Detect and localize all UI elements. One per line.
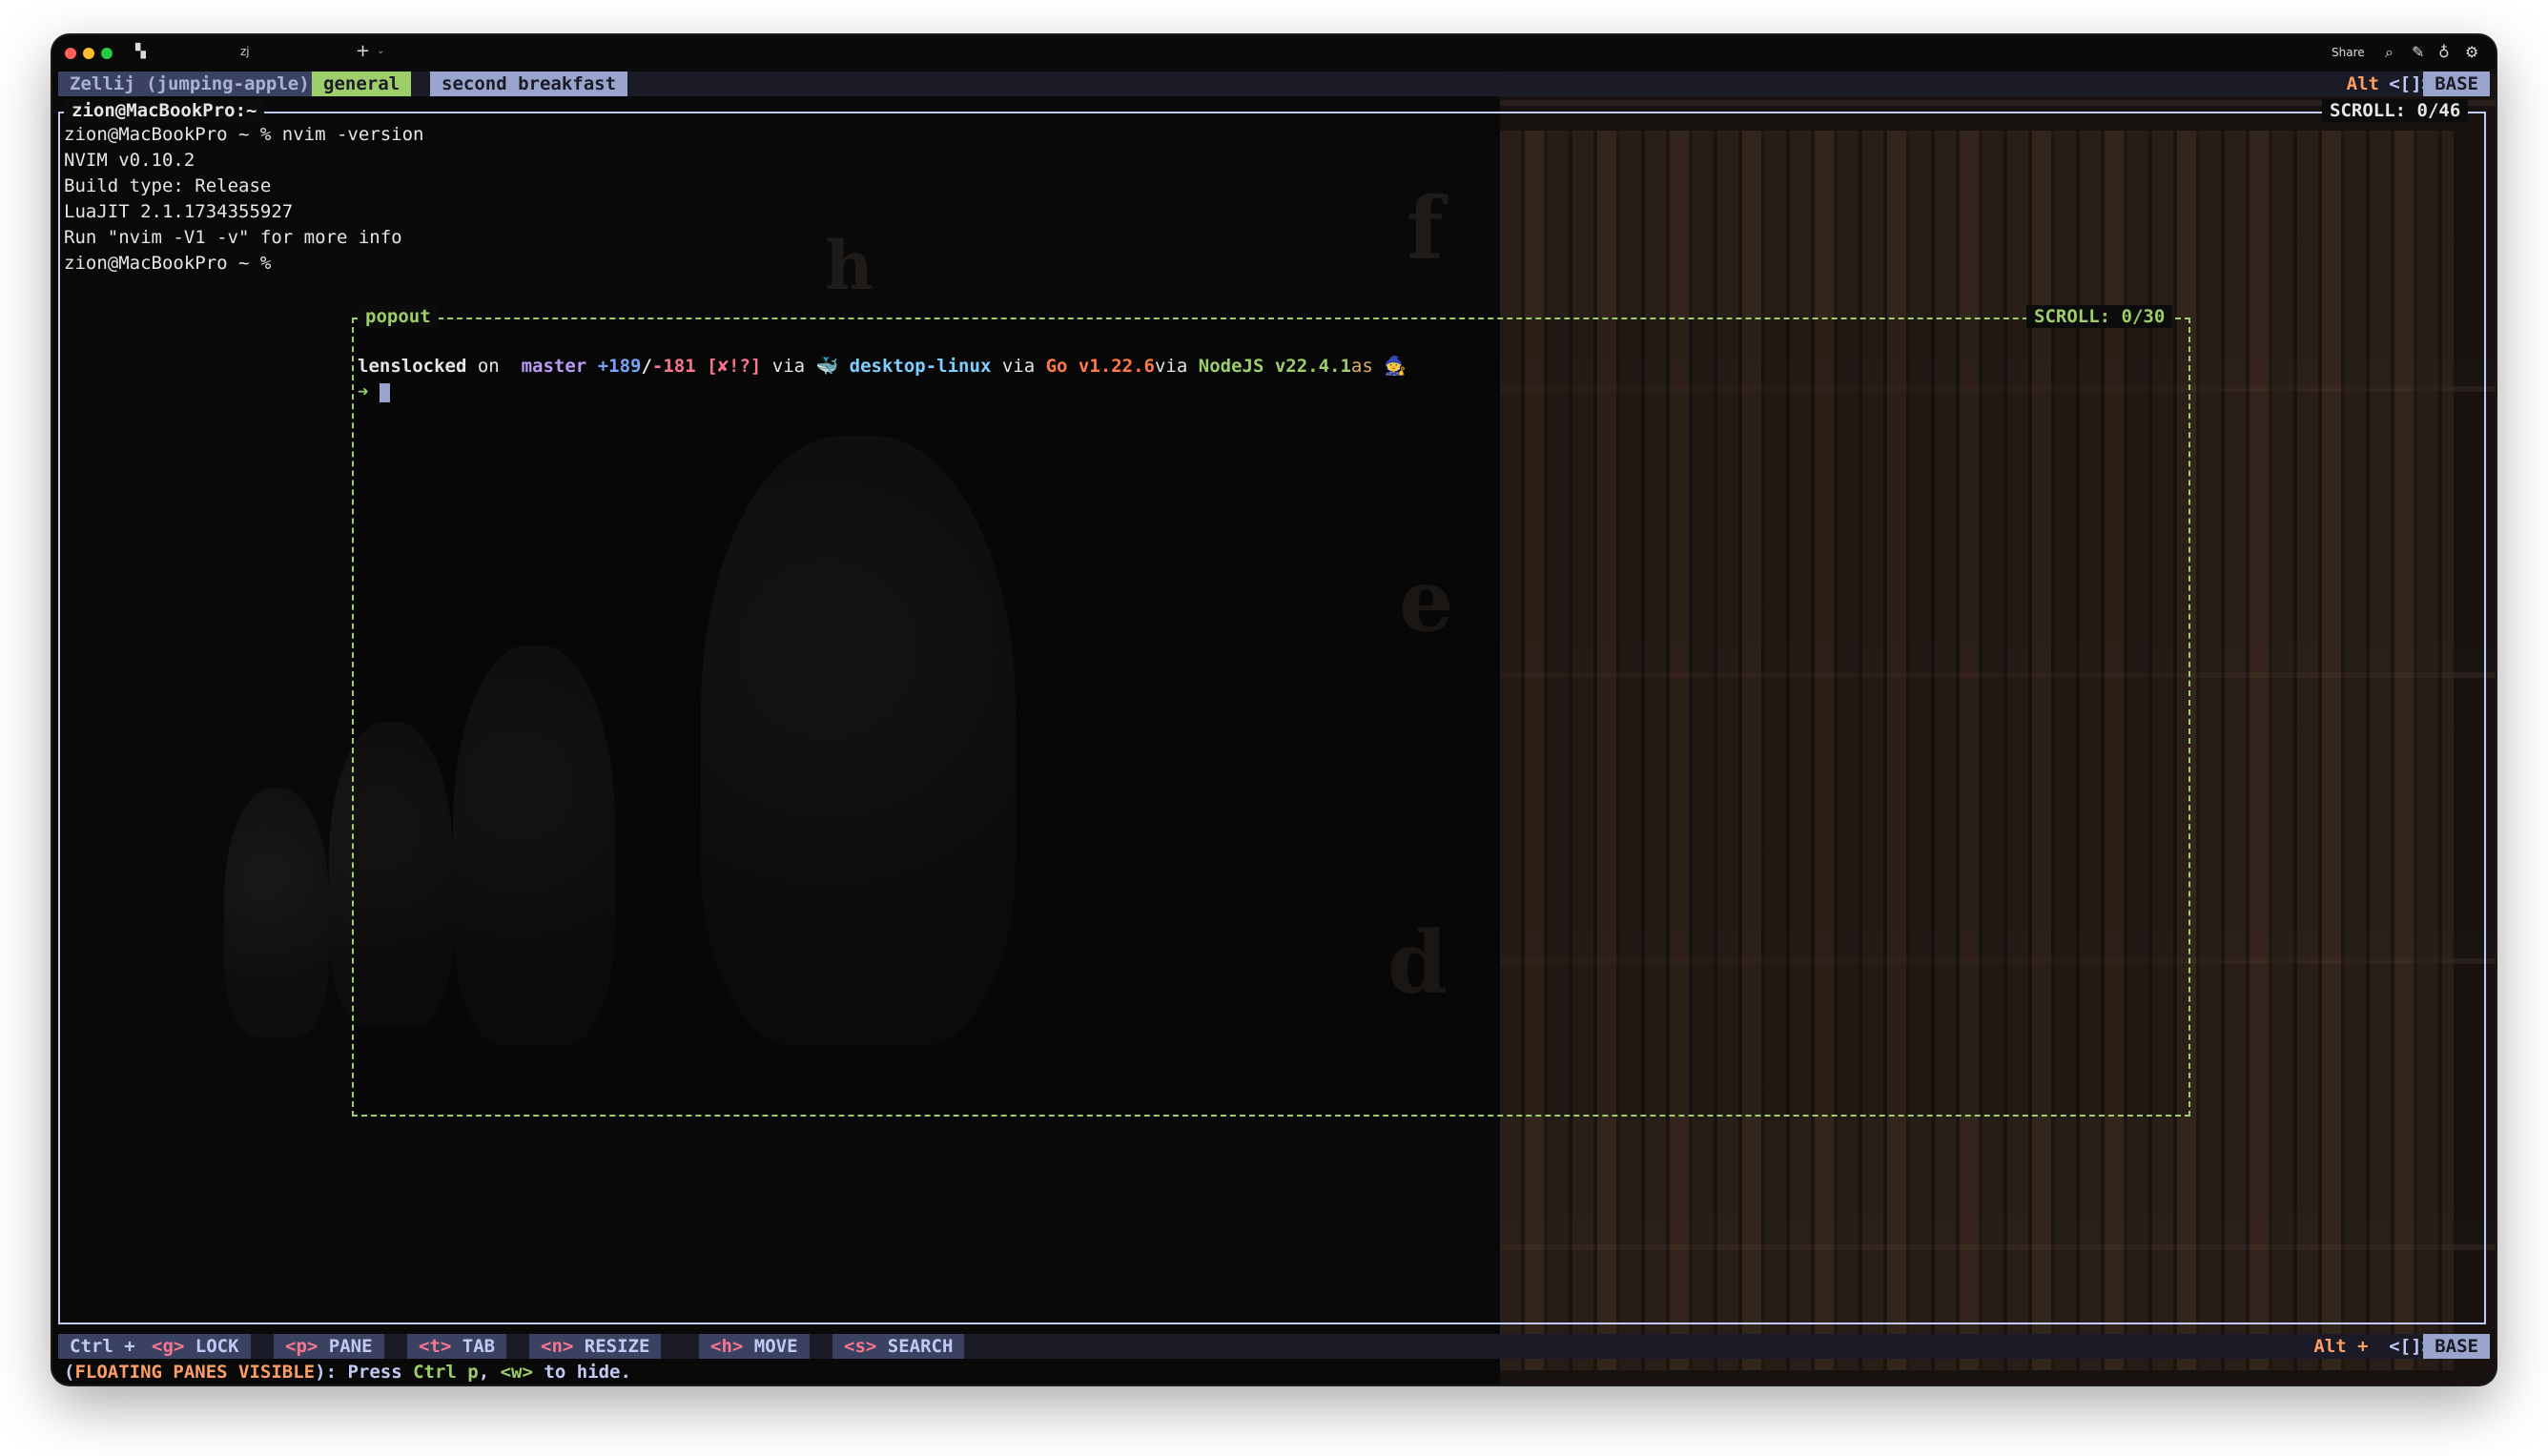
share-button[interactable]: Share [2332,46,2365,59]
keybind-key: <g> [152,1336,185,1357]
keybind-search[interactable]: <s> SEARCH [832,1334,965,1359]
hint-text: , [478,1362,501,1383]
docker-icon: 🐳 [815,356,839,377]
bulb-icon[interactable]: ♁ [2438,43,2450,61]
floating-terminal-output: lenslocked on master +189/-181 [✘!?] via… [358,354,1407,405]
new-tab-icon[interactable]: + [356,41,370,61]
command-text: nvim -version [281,124,424,145]
hint-text: ( [64,1362,75,1383]
docker-context: desktop-linux [849,356,992,377]
tab-general[interactable]: general [312,72,412,96]
hint-text: to hide. [532,1362,631,1383]
terminal-output: zion@MacBookPro ~ % nvim -version NVIM v… [64,122,424,277]
floating-pane-title: popout [358,305,439,328]
prompt-text: via [761,356,816,377]
output-line: LuaJIT 2.1.1734355927 [64,201,294,222]
hint-text: ): Press [315,1362,414,1383]
prompt-text: on [466,356,511,377]
prompt-text: / [641,356,652,377]
prompt-text: as [1350,356,1373,377]
git-branch: master [521,356,587,377]
zellij-tab-bar: Zellij (jumping-apple) general second br… [58,72,2490,96]
keybind-label: TAB [462,1336,496,1357]
mode-indicator: BASE [2423,1334,2490,1359]
keybind-label: RESIZE [584,1336,650,1357]
git-status: [✘!?] [707,356,762,377]
go-version: Go v1.22.6 [1045,356,1155,377]
tab-second-breakfast[interactable]: second breakfast [430,72,628,96]
keybind-key: <n> [541,1336,574,1357]
keybind-move[interactable]: <h> MOVE [699,1334,810,1359]
zellij-status-bar: Ctrl + <g> LOCK <p> PANE <t> TAB <n> RES… [58,1334,2490,1359]
chevron-down-icon[interactable]: ⌄ [377,46,384,56]
user-icon: 🧙 [1384,356,1407,377]
output-line: NVIM v0.10.2 [64,150,195,171]
terminal-window: f e d h ▚ zj + ⌄ Share ⌕ ✎ ♁ ⚙ Zellij (j… [52,35,2496,1384]
floating-scroll-indicator: SCROLL: 0/30 [2026,305,2173,328]
keybind-key: <t> [419,1336,452,1357]
keybind-lock[interactable]: <g> LOCK [140,1334,251,1359]
keybind-label: LOCK [195,1336,239,1357]
session-name: Zellij (jumping-apple) [58,72,321,96]
titlebar: ▚ zj + ⌄ Share ⌕ ✎ ♁ ⚙ [52,35,2496,70]
output-line: Run "nvim -V1 -v" for more info [64,227,402,248]
minimize-button[interactable] [83,48,94,59]
keybind-label: MOVE [753,1336,798,1357]
alt-modifier: Alt [2346,73,2379,94]
keybind-key: <p> [285,1336,318,1357]
scroll-label: SCROLL: [2034,306,2111,327]
hint-key: Ctrl p [413,1362,479,1383]
keybind-label: PANE [328,1336,373,1357]
output-line: Build type: Release [64,175,272,196]
close-button[interactable] [65,48,76,59]
prompt-line: zion@MacBookPro ~ % [64,124,282,145]
git-removed: -181 [651,356,696,377]
gear-icon[interactable]: ⚙ [2465,43,2478,61]
keybind-resize[interactable]: <n> RESIZE [529,1334,662,1359]
prompt-text: via [1154,356,1199,377]
pane-title: zion@MacBookPro:~ [64,99,265,122]
mode-indicator: BASE [2423,72,2490,96]
pin-icon[interactable]: ✎ [2412,43,2424,61]
window-tab-title[interactable]: zj [240,45,250,58]
node-version: NodeJS v22.4.1 [1198,356,1351,377]
maximize-button[interactable] [101,48,113,59]
keybind-key: <s> [844,1336,877,1357]
hint-state: FLOATING PANES VISIBLE [74,1362,316,1383]
scroll-label: SCROLL: [2330,100,2407,121]
hint-line: (FLOATING PANES VISIBLE): Press Ctrl p, … [64,1359,631,1384]
prompt-text: via [991,356,1046,377]
prompt-line: zion@MacBookPro ~ % [64,253,272,274]
ctrl-modifier: Ctrl + [58,1334,147,1359]
sidebar-icon[interactable]: ▚ [135,44,146,59]
prompt-arrow: ➜ [358,381,369,402]
scroll-value: 0/46 [2416,100,2461,121]
keybind-tab[interactable]: <t> TAB [407,1334,507,1359]
scroll-value: 0/30 [2121,306,2166,327]
alt-modifier: Alt + [2313,1336,2379,1357]
pane-scroll-indicator: SCROLL: 0/46 [2322,99,2469,122]
hint-key: <w> [500,1362,533,1383]
floating-pane[interactable] [352,318,2190,1117]
prompt-directory: lenslocked [358,356,467,377]
cursor [379,382,390,402]
keybind-key: <h> [710,1336,744,1357]
keybind-pane[interactable]: <p> PANE [274,1334,384,1359]
git-added: +189 [597,356,642,377]
search-icon[interactable]: ⌕ [2385,43,2394,62]
keybind-label: SEARCH [887,1336,954,1357]
